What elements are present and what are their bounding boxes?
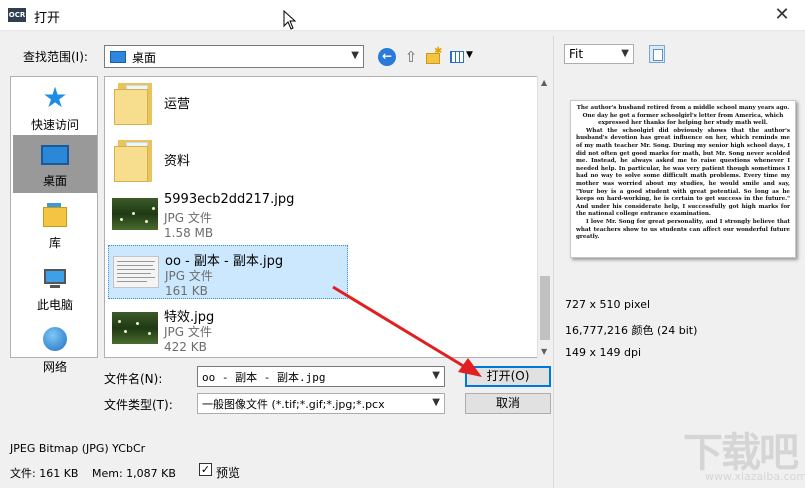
filetype-value: 一般图像文件 (*.tif;*.gif;*.jpg;*.pcx [202, 398, 385, 411]
place-label: 库 [48, 236, 61, 250]
place-label: 此电脑 [36, 298, 73, 312]
up-folder-icon[interactable]: ⇧ [402, 48, 420, 66]
lookin-dropdown[interactable]: 桌面 ▼ [104, 45, 364, 68]
filename-input[interactable]: oo - 副本 - 副本.jpg ▼ [197, 366, 445, 387]
image-dpi: 149 x 149 dpi [565, 346, 642, 359]
filename-value: oo - 副本 - 副本.jpg [202, 371, 326, 384]
zoom-value: Fit [569, 47, 584, 61]
file-list[interactable]: 运营 资料 5993ecb2dd217.jpg JPG 文件 1.58 MB o… [104, 76, 551, 358]
chevron-down-icon[interactable]: ▼ [621, 48, 629, 59]
preview-options-icon[interactable] [649, 45, 665, 63]
file-name: 5993ecb2dd217.jpg [164, 192, 295, 207]
file-name: 运营 [164, 97, 191, 112]
window-title: 打开 [34, 11, 61, 26]
preview-paragraph: The author's husband retired from a midd… [576, 105, 790, 127]
ocr-app-icon: OCR [8, 8, 26, 22]
lookin-value: 桌面 [132, 51, 157, 65]
mouse-cursor-icon [283, 10, 297, 30]
open-button[interactable]: 打开(O) [465, 366, 551, 387]
watermark-url: www.xiazaiba.com [705, 470, 805, 483]
star-icon: ★ [42, 81, 68, 114]
chevron-down-icon[interactable]: ▼ [351, 50, 359, 61]
file-type: JPG 文件 [164, 211, 212, 225]
title-bar: OCR 打开 ✕ [0, 0, 805, 31]
folder-icon [112, 138, 158, 182]
file-size: 422 KB [164, 340, 207, 354]
place-label: 快速访问 [30, 118, 79, 132]
image-preview: The author's husband retired from a midd… [570, 100, 796, 258]
document-thumbnail-icon [113, 256, 159, 288]
list-item[interactable]: 5993ecb2dd217.jpg JPG 文件 1.58 MB [108, 188, 348, 242]
places-bar: ★ 快速访问 桌面 库 此电脑 网络 [10, 76, 98, 374]
folder-icon [112, 81, 158, 125]
scroll-down-icon[interactable]: ▼ [541, 347, 547, 356]
vertical-scrollbar[interactable]: ▲ ▼ [537, 76, 551, 358]
close-button[interactable]: ✕ [759, 0, 805, 31]
place-quick-access[interactable]: ★ 快速访问 [13, 79, 97, 137]
watermark: 下载吧 www.xiazaiba.com [683, 420, 805, 486]
preview-checkbox[interactable]: ✓ [199, 463, 212, 476]
scroll-up-icon[interactable]: ▲ [541, 78, 547, 87]
file-size-status: 文件: 161 KB [10, 467, 79, 480]
preview-paragraph: What the schoolgirl did obviously shows … [576, 127, 790, 218]
place-desktop[interactable]: 桌面 [13, 135, 97, 193]
list-item[interactable]: 特效.jpg JPG 文件 422 KB [108, 302, 348, 356]
file-size: 1.58 MB [164, 226, 214, 240]
memory-status: Mem: 1,087 KB [91, 467, 176, 480]
panel-divider [553, 36, 554, 488]
library-icon [41, 203, 69, 229]
place-label: 网络 [42, 360, 67, 374]
filename-label: 文件名(N): [104, 372, 163, 386]
computer-icon [41, 265, 69, 291]
back-arrow-icon[interactable]: ← [378, 48, 396, 66]
scroll-thumb[interactable] [540, 276, 550, 340]
preview-paragraph: I love Mr. Song for great personality, a… [576, 218, 790, 241]
filetype-label: 文件类型(T): [104, 398, 173, 412]
chevron-down-icon[interactable]: ▼ [432, 370, 440, 381]
file-type: JPG 文件 [164, 325, 212, 339]
desktop-icon [41, 145, 69, 165]
size-status: 文件: 161 KB Mem: 1,087 KB [10, 465, 176, 481]
zoom-dropdown[interactable]: Fit ▼ [564, 44, 634, 64]
filetype-dropdown[interactable]: 一般图像文件 (*.tif;*.gif;*.jpg;*.pcx ▼ [197, 393, 445, 414]
image-thumbnail-icon [112, 312, 158, 344]
list-item[interactable]: oo - 副本 - 副本.jpg JPG 文件 161 KB [108, 245, 348, 299]
image-dimensions: 727 x 510 pixel [565, 298, 651, 311]
place-library[interactable]: 库 [13, 197, 97, 255]
place-network[interactable]: 网络 [13, 321, 97, 379]
chevron-down-icon[interactable]: ▼ [432, 397, 440, 408]
new-folder-icon[interactable]: ✱ [425, 46, 443, 66]
format-status: JPEG Bitmap (JPG) YCbCr [10, 442, 146, 455]
preview-checkbox-label: 预览 [216, 466, 241, 480]
list-item[interactable]: 运营 [108, 77, 348, 131]
image-thumbnail-icon [112, 198, 158, 230]
cancel-button[interactable]: 取消 [465, 393, 551, 414]
file-size: 161 KB [165, 284, 208, 298]
place-label: 桌面 [42, 174, 67, 188]
lookin-label: 查找范围(I): [23, 50, 88, 64]
file-type: JPG 文件 [165, 269, 213, 283]
view-menu-icon[interactable]: ▼ [449, 48, 475, 66]
desktop-folder-icon [110, 51, 126, 63]
image-colors: 16,777,216 颜色 (24 bit) [565, 324, 698, 337]
file-name: 资料 [164, 154, 191, 169]
place-this-pc[interactable]: 此电脑 [13, 259, 97, 317]
list-item[interactable]: 资料 [108, 134, 348, 188]
network-icon [43, 327, 67, 351]
